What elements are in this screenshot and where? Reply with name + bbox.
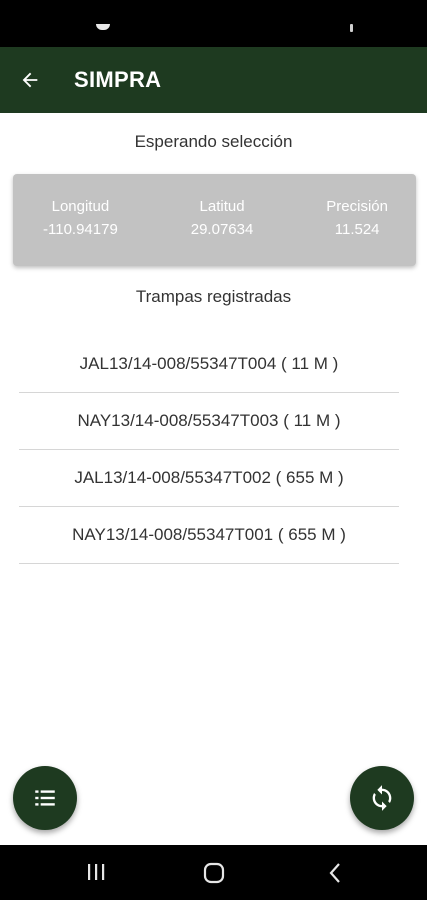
sync-button[interactable] — [350, 766, 414, 830]
status-bar — [0, 0, 427, 47]
longitude-group: Longitud -110.94179 — [43, 198, 118, 266]
list-icon — [35, 790, 55, 806]
notification-icon — [96, 24, 110, 30]
home-button[interactable] — [203, 862, 225, 889]
precision-label: Precisión — [326, 198, 388, 215]
trap-list-item[interactable]: JAL13/14-008/55347T002 ( 655 M ) — [19, 450, 399, 507]
trap-list: JAL13/14-008/55347T004 ( 11 M ) NAY13/14… — [19, 336, 399, 564]
trap-list-item[interactable]: JAL13/14-008/55347T004 ( 11 M ) — [19, 336, 399, 393]
latitude-group: Latitud 29.07634 — [191, 198, 254, 266]
trap-list-item[interactable]: NAY13/14-008/55347T001 ( 655 M ) — [19, 507, 399, 564]
back-chevron-icon — [329, 863, 340, 883]
home-icon — [203, 862, 225, 884]
longitude-value: -110.94179 — [43, 221, 118, 238]
app-bar: SIMPRA — [0, 47, 427, 113]
precision-value: 11.524 — [334, 221, 380, 238]
back-button[interactable] — [12, 62, 48, 98]
app-title: SIMPRA — [74, 67, 162, 92]
arrow-left-icon — [22, 72, 38, 88]
latitude-label: Latitud — [199, 198, 245, 215]
recents-icon — [88, 864, 105, 880]
latitude-value: 29.07634 — [190, 221, 254, 238]
precision-group: Precisión 11.524 — [326, 198, 388, 266]
traps-title: Trampas registradas — [135, 287, 292, 306]
coordinates-card: Longitud -110.94179 Latitud 29.07634 Pre… — [13, 174, 416, 266]
sync-icon — [372, 785, 392, 811]
recents-button[interactable] — [85, 862, 107, 887]
signal-icon — [350, 24, 353, 32]
system-nav-bar — [0, 845, 427, 900]
system-back-button[interactable] — [327, 862, 343, 889]
selection-status: Esperando selección — [134, 132, 293, 151]
list-button[interactable] — [13, 766, 77, 830]
trap-list-item[interactable]: NAY13/14-008/55347T003 ( 11 M ) — [19, 393, 399, 450]
longitude-label: Longitud — [51, 198, 110, 215]
